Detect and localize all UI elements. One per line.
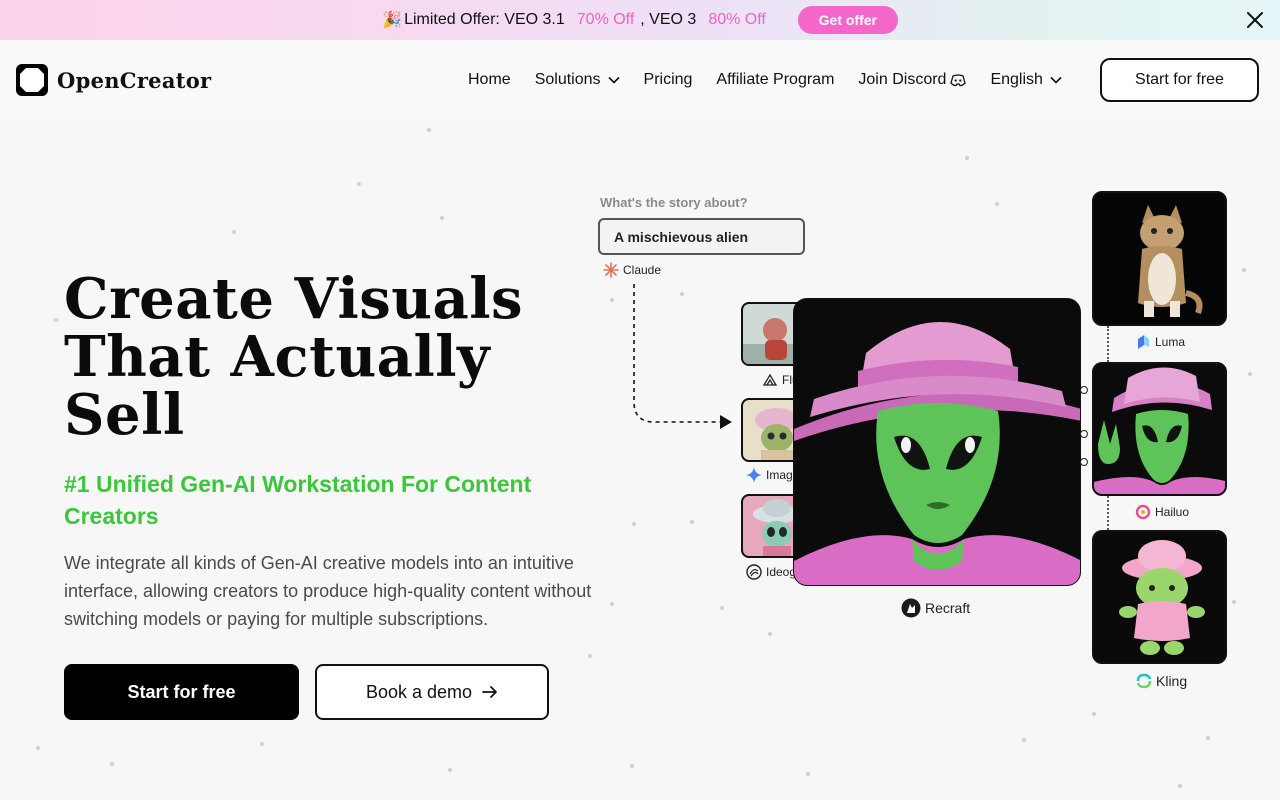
promo-content: 🎉 Limited Offer: VEO 3.1 70% Off , VEO 3… xyxy=(382,6,898,34)
kling-thumbnail[interactable] xyxy=(1092,530,1227,664)
luma-label: Luma xyxy=(1135,334,1185,350)
connector-node[interactable] xyxy=(1080,430,1088,438)
claude-name: Claude xyxy=(623,263,662,277)
luma-icon xyxy=(1138,335,1149,349)
promo-discount-veo3: 80% Off xyxy=(708,11,766,28)
close-icon[interactable] xyxy=(1244,9,1266,31)
recraft-name: Recraft xyxy=(925,600,971,616)
nav-solutions[interactable]: Solutions xyxy=(535,71,620,89)
imagen-label: Image xyxy=(746,467,799,483)
gemini-sparkle-icon xyxy=(746,467,762,483)
nav-solutions-label: Solutions xyxy=(534,71,601,88)
arrow-right-icon xyxy=(482,686,497,698)
kling-icon xyxy=(1136,673,1152,689)
nav-home-label: Home xyxy=(468,71,511,88)
nav-discord-label: Join Discord xyxy=(858,71,947,88)
connector-line xyxy=(1107,326,1109,362)
flux-icon xyxy=(762,373,778,386)
hailuo-thumbnail[interactable] xyxy=(1092,362,1227,496)
hailuo-name: Hailuo xyxy=(1155,505,1190,519)
site-header: OpenCreator Home Solutions Pricing Affil… xyxy=(0,40,1280,120)
hero-title: Create Visuals That Actually Sell xyxy=(64,270,624,444)
nav-discord[interactable]: Join Discord xyxy=(858,71,967,89)
ideogram-label: Ideog xyxy=(746,564,796,580)
story-input[interactable]: A mischievous alien xyxy=(598,218,805,255)
brand-logo[interactable]: OpenCreator xyxy=(16,64,211,96)
nav-affiliate-label: Affiliate Program xyxy=(716,71,835,88)
promo-banner: 🎉 Limited Offer: VEO 3.1 70% Off , VEO 3… xyxy=(0,0,1280,40)
nav-pricing-label: Pricing xyxy=(643,71,693,88)
header-start-button[interactable]: Start for free xyxy=(1100,58,1259,102)
kling-label: Kling xyxy=(1136,673,1187,689)
language-selector[interactable]: English xyxy=(990,71,1062,89)
main-nav: Home Solutions Pricing Affiliate Program… xyxy=(468,71,1086,89)
workflow-connector xyxy=(633,284,732,429)
luma-thumbnail[interactable] xyxy=(1092,191,1227,326)
cat-image xyxy=(1094,193,1225,324)
kling-name: Kling xyxy=(1156,673,1188,689)
promo-discount-veo31: 70% Off xyxy=(576,11,635,28)
party-icon: 🎉 xyxy=(382,12,403,29)
claude-icon xyxy=(603,262,619,278)
logo-icon xyxy=(16,64,48,96)
connector-line xyxy=(1107,496,1109,530)
hero-title-line3: Sell xyxy=(64,382,185,448)
nav-affiliate[interactable]: Affiliate Program xyxy=(716,71,834,89)
alien-peace-image xyxy=(1094,364,1225,494)
brand-name: OpenCreator xyxy=(57,67,212,93)
hailuo-icon xyxy=(1135,504,1151,520)
recraft-icon xyxy=(901,598,921,618)
chevron-down-icon xyxy=(1050,76,1062,84)
nav-pricing[interactable]: Pricing xyxy=(644,71,693,89)
main-alien-image[interactable] xyxy=(793,298,1081,586)
alien-illustration xyxy=(794,299,1080,585)
discord-icon xyxy=(950,73,967,86)
hero-description: We integrate all kinds of Gen-AI creativ… xyxy=(64,553,592,629)
ideogram-icon xyxy=(746,564,762,580)
claude-label: Claude xyxy=(603,262,661,278)
recraft-label: Recraft xyxy=(901,598,970,618)
language-label: English xyxy=(990,71,1043,88)
book-demo-button[interactable]: Book a demo xyxy=(315,664,549,720)
promo-text-prefix: Limited Offer: VEO 3.1 xyxy=(404,11,565,28)
hailuo-label: Hailuo xyxy=(1135,504,1189,520)
connector-node[interactable] xyxy=(1080,458,1088,466)
promo-text-mid: , VEO 3 xyxy=(640,11,697,28)
hero-subtitle: #1 Unified Gen-AI Workstation For Conten… xyxy=(64,471,532,529)
book-demo-label: Book a demo xyxy=(365,681,473,702)
connector-node[interactable] xyxy=(1080,386,1088,394)
start-for-free-button[interactable]: Start for free xyxy=(64,664,299,720)
plush-alien-image xyxy=(1094,532,1225,662)
luma-name: Luma xyxy=(1155,335,1186,349)
chevron-down-icon xyxy=(607,76,620,84)
ideogram-name: Ideog xyxy=(766,565,797,579)
nav-home[interactable]: Home xyxy=(468,71,511,89)
hero-title-line1: Create Visuals xyxy=(64,266,524,332)
hero-title-line2: That Actually xyxy=(64,324,491,390)
story-label: What's the story about? xyxy=(600,195,748,210)
get-offer-button[interactable]: Get offer xyxy=(797,6,898,34)
